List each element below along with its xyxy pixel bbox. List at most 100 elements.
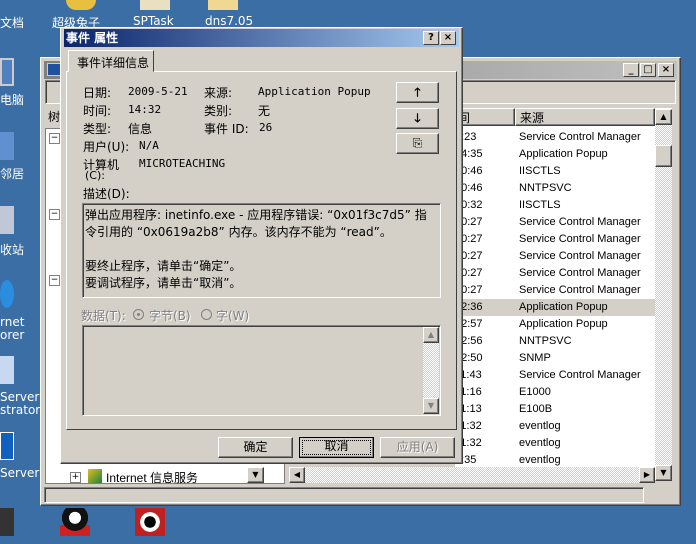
event-source: E1000 (519, 386, 551, 398)
source-value: Application Popup (258, 85, 371, 98)
close-button[interactable]: × (658, 63, 674, 77)
desktop-icon-chaojitu[interactable] (66, 0, 96, 10)
column-header-time[interactable]: 间 (455, 108, 515, 126)
table-row[interactable]: 50:46 NNTPSVC (455, 180, 655, 197)
event-source: Service Control Manager (519, 284, 641, 296)
previous-event-button[interactable]: 🡑 (396, 82, 439, 103)
server-admin-icon[interactable] (0, 356, 14, 384)
expand-icon[interactable]: + (70, 472, 81, 483)
horizontal-scrollbar[interactable]: ◀ ▶ (289, 467, 655, 483)
desktop-icon-label[interactable]: Server (0, 466, 39, 480)
computer-label-shortcut: (C): (85, 169, 105, 182)
collapse-icon[interactable]: − (49, 209, 60, 220)
description-line: 要终止程序，请单击“确定”。 (85, 259, 242, 273)
desktop-icon-label[interactable]: 文档 (0, 14, 24, 31)
minimize-button[interactable]: _ (623, 63, 639, 77)
scroll-down-button[interactable]: ▼ (247, 467, 264, 483)
table-row[interactable]: 50:32 IISCTLS (455, 197, 655, 214)
table-row[interactable]: 50:27 Service Control Manager (455, 265, 655, 282)
table-row[interactable]: 11:32 eventlog (455, 418, 655, 435)
table-row[interactable]: 12:50 SNMP (455, 350, 655, 367)
vertical-scrollbar[interactable]: ▲ ▼ (423, 327, 439, 414)
words-radio[interactable] (201, 309, 212, 320)
event-properties-dialog: 事件 属性 ? × 事件详细信息 日期: 2009-5-21 来源: Appli… (60, 27, 463, 464)
maximize-button[interactable]: □ (640, 63, 656, 77)
desktop-icon-label[interactable]: 邻居 (0, 165, 24, 182)
dialog-title-bar: 事件 属性 ? × (64, 29, 459, 47)
cancel-button[interactable]: 取消 (299, 437, 374, 458)
collapse-icon[interactable]: − (49, 275, 60, 286)
event-list: 间 来源 2:23 Service Control Manager 04:35 App… (455, 108, 672, 481)
computer-value: MICROTEACHING (139, 157, 226, 170)
event-source: Service Control Manager (519, 250, 641, 262)
type-label: 类型: (83, 122, 112, 136)
collapse-icon[interactable]: − (49, 133, 60, 144)
event-source: Service Control Manager (519, 369, 641, 381)
tree-item-iis[interactable]: Internet 信息服务 (106, 469, 198, 486)
table-row[interactable]: 12:56 NNTPSVC (455, 333, 655, 350)
scroll-down-button[interactable]: ▼ (423, 398, 439, 414)
scroll-down-button[interactable]: ▼ (655, 465, 672, 481)
user-label: 用户(U): (83, 140, 130, 154)
taiji-icon[interactable] (135, 508, 165, 536)
help-button[interactable]: ? (423, 31, 439, 45)
computer-icon[interactable] (0, 58, 14, 86)
table-row[interactable]: 2:23 Service Control Manager (455, 129, 655, 146)
tab-event-details[interactable]: 事件详细信息 (68, 50, 154, 72)
description-text[interactable]: 弹出应用程序: inetinfo.exe - 应用程序错误: “0x01f3c7… (82, 203, 441, 298)
next-event-button[interactable]: 🡓 (396, 108, 439, 129)
table-row[interactable]: 50:27 Service Control Manager (455, 248, 655, 265)
apply-button[interactable]: 应用(A) (380, 437, 455, 458)
time-label: 时间: (83, 104, 112, 118)
data-text[interactable]: ▲ ▼ (82, 325, 441, 416)
source-label: 来源: (204, 86, 233, 100)
close-button[interactable]: × (440, 31, 456, 45)
internet-explorer-icon[interactable] (0, 280, 14, 308)
table-row[interactable]: 11:16 E1000 (455, 384, 655, 401)
type-value: 信息 (128, 122, 153, 136)
event-source: eventlog (519, 420, 561, 432)
table-row[interactable]: 12:57 Application Popup (455, 316, 655, 333)
table-row[interactable]: 11:13 E100B (455, 401, 655, 418)
scroll-up-button[interactable]: ▲ (423, 327, 439, 343)
table-row[interactable]: 50:27 Service Control Manager (455, 214, 655, 231)
copy-button[interactable]: ⎘ (396, 133, 439, 154)
scroll-left-button[interactable]: ◀ (289, 467, 305, 483)
network-icon[interactable] (0, 132, 14, 160)
desktop-icon-label[interactable]: dns7.05 (205, 14, 253, 28)
event-source: Service Control Manager (519, 216, 641, 228)
folder-icon[interactable] (208, 0, 238, 10)
event-source: eventlog (519, 437, 561, 449)
table-row[interactable]: 11:32 eventlog (455, 435, 655, 452)
qq-icon[interactable] (60, 508, 90, 536)
table-row[interactable]: 50:27 Service Control Manager (455, 282, 655, 299)
dialog-title: 事件 属性 (66, 31, 119, 45)
table-row[interactable]: 50:27 Service Control Manager (455, 231, 655, 248)
table-row[interactable]: 32:36 Application Popup (455, 299, 655, 316)
description-line: 要调试程序，请单击“取消”。 (85, 276, 242, 290)
desktop-icon-label[interactable]: Server strator (0, 391, 40, 417)
event-source: NNTPSVC (519, 335, 572, 347)
vertical-scrollbar[interactable]: ▲ ▼ (655, 109, 672, 481)
scroll-thumb[interactable] (655, 145, 672, 167)
bytes-label: 字节(B) (149, 309, 191, 323)
scroll-right-button[interactable]: ▶ (639, 467, 655, 483)
desktop-icon-label[interactable]: rnet orer (0, 316, 24, 342)
app-icon[interactable] (0, 508, 14, 536)
ok-button[interactable]: 确定 (218, 437, 293, 458)
event-source: Application Popup (519, 301, 608, 313)
bytes-radio[interactable] (133, 309, 144, 320)
table-row[interactable]: 50:46 IISCTLS (455, 163, 655, 180)
table-row[interactable]: 11:43 Service Control Manager (455, 367, 655, 384)
server-icon[interactable] (0, 432, 14, 460)
column-header-source[interactable]: 来源 (515, 108, 655, 126)
scroll-up-button[interactable]: ▲ (655, 109, 672, 125)
desktop-icon-label[interactable]: SPTask (133, 14, 174, 28)
description-line (85, 241, 438, 258)
desktop-icon-label[interactable]: 电脑 (0, 91, 24, 108)
event-id-label: 事件 ID: (204, 122, 249, 136)
desktop-icon-sptask[interactable] (140, 0, 170, 10)
recycle-bin-icon[interactable] (0, 206, 14, 234)
table-row[interactable]: 04:35 Application Popup (455, 146, 655, 163)
desktop-icon-label[interactable]: 收站 (0, 241, 24, 258)
